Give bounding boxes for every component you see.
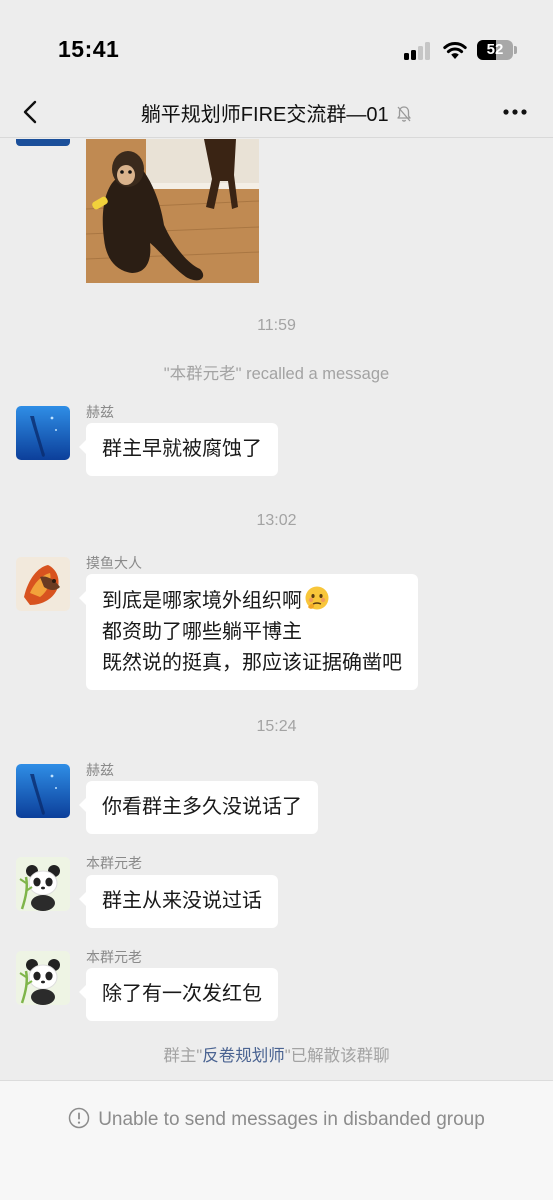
message-bubble[interactable]: 你看群主多久没说话了 [79, 781, 318, 834]
disband-suffix: "已解散该群聊 [284, 1047, 390, 1065]
thinking-face-emoji-icon [305, 586, 329, 610]
avatar[interactable] [16, 139, 70, 146]
status-time: 15:41 [58, 36, 120, 62]
chat-title: 躺平规划师FIRE交流群—01 [0, 98, 553, 127]
timestamp: 15:24 [256, 718, 297, 735]
mute-bell-icon [397, 106, 411, 122]
message-feed[interactable]: 11:59 "本群元老" recalled a message 赫兹 群主早就被… [0, 139, 553, 1080]
group-owner-link[interactable]: 反卷规划师 [202, 1047, 285, 1065]
sender-name: 赫兹 [86, 762, 114, 778]
more-dots-icon[interactable] [500, 100, 530, 124]
message-line: 到底是哪家境外组织啊 [102, 590, 302, 612]
recall-notice: "本群元老" recalled a message [163, 365, 390, 383]
wifi-icon [443, 41, 467, 59]
message-line: 既然说的挺真，那应该证据确凿吧 [102, 652, 402, 674]
timestamp: 13:02 [256, 512, 297, 529]
avatar[interactable] [16, 406, 70, 460]
message-bubble[interactable]: 除了有一次发红包 [79, 968, 278, 1021]
battery-tip [514, 46, 517, 54]
sender-name: 赫兹 [86, 404, 114, 420]
disband-notice: 群主"反卷规划师"已解散该群聊 [0, 1042, 553, 1066]
message-line: 都资助了哪些躺平博主 [102, 621, 302, 643]
avatar[interactable] [16, 557, 70, 611]
avatar[interactable] [16, 764, 70, 818]
input-bar-disabled: Unable to send messages in disbanded gro… [0, 1080, 553, 1200]
disband-prefix: 群主" [163, 1047, 203, 1065]
disbanded-notice: Unable to send messages in disbanded gro… [0, 1107, 553, 1131]
message-bubble[interactable]: 到底是哪家境外组织啊 都资助了哪些躺平博主既然说的挺真，那应该证据确凿吧 [79, 574, 418, 690]
chat-title-text: 躺平规划师FIRE交流群—01 [140, 104, 389, 126]
sender-name: 摸鱼大人 [86, 555, 142, 571]
image-message[interactable] [86, 139, 259, 283]
avatar[interactable] [16, 857, 70, 911]
chat-header: 躺平规划师FIRE交流群—01 [0, 88, 553, 138]
avatar[interactable] [16, 951, 70, 1005]
status-bar: 15:41 52 [0, 0, 553, 88]
timestamp: 11:59 [257, 317, 296, 334]
signal-icon [404, 42, 434, 60]
message-bubble[interactable]: 群主从来没说过话 [79, 875, 278, 928]
info-circle-icon [68, 1107, 90, 1129]
disbanded-text: Unable to send messages in disbanded gro… [98, 1109, 485, 1130]
battery-icon: 52 [477, 40, 513, 60]
message-bubble[interactable]: 群主早就被腐蚀了 [79, 423, 278, 476]
sender-name: 本群元老 [86, 949, 142, 965]
sender-name: 本群元老 [86, 855, 142, 871]
battery-level: 52 [486, 41, 504, 58]
